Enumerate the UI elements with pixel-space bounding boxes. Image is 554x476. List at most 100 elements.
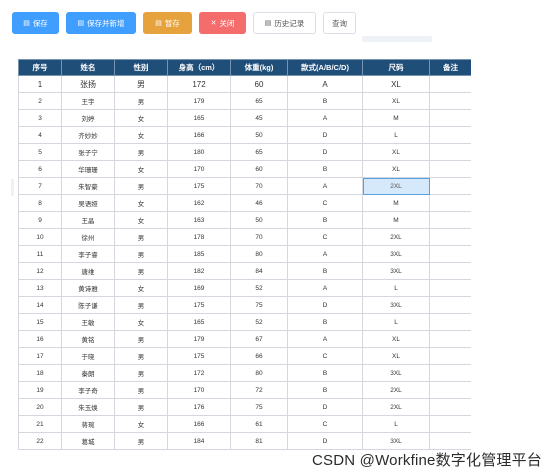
table-cell[interactable]: 2XL <box>362 228 430 246</box>
table-cell[interactable]: 75 <box>230 398 288 416</box>
table-cell[interactable]: 185 <box>167 245 231 263</box>
table-cell[interactable]: 165 <box>167 313 231 331</box>
table-cell[interactable] <box>429 364 471 382</box>
table-cell[interactable]: L <box>362 279 430 297</box>
table-cell[interactable]: 李子奇 <box>61 381 115 399</box>
table-cell[interactable]: 162 <box>167 194 231 212</box>
table-cell[interactable]: 2XL <box>362 177 430 195</box>
table-cell[interactable]: C <box>287 415 363 433</box>
table-cell[interactable]: 华珊珊 <box>61 160 115 178</box>
table-cell[interactable]: C <box>287 228 363 246</box>
table-cell[interactable]: C <box>287 347 363 365</box>
table-cell[interactable]: 男 <box>114 330 168 348</box>
table-cell[interactable] <box>429 245 471 263</box>
column-header[interactable]: 序号 <box>18 59 62 76</box>
table-cell[interactable]: 女 <box>114 415 168 433</box>
table-cell[interactable] <box>429 126 471 144</box>
table-cell[interactable]: 175 <box>167 347 231 365</box>
table-cell[interactable] <box>429 415 471 433</box>
table-cell[interactable]: 12 <box>18 262 62 280</box>
table-cell[interactable]: 178 <box>167 228 231 246</box>
table-cell[interactable]: 65 <box>230 92 288 110</box>
table-cell[interactable]: 男 <box>114 398 168 416</box>
table-cell[interactable]: L <box>362 415 430 433</box>
column-header[interactable]: 身高（cm） <box>167 59 231 76</box>
table-cell[interactable]: 175 <box>167 296 231 314</box>
table-cell[interactable]: 李子睿 <box>61 245 115 263</box>
save-and-new-button[interactable]: ▤ 保存并新增 <box>66 12 136 34</box>
table-cell[interactable]: 3XL <box>362 364 430 382</box>
table-cell[interactable]: 2XL <box>362 398 430 416</box>
table-cell[interactable]: 166 <box>167 126 231 144</box>
table-cell[interactable]: 朱智豪 <box>61 177 115 195</box>
table-cell[interactable]: A <box>287 177 363 195</box>
table-cell[interactable]: 女 <box>114 313 168 331</box>
table-cell[interactable]: 4 <box>18 126 62 144</box>
table-cell[interactable]: 72 <box>230 381 288 399</box>
table-cell[interactable]: 65 <box>230 143 288 161</box>
table-cell[interactable]: 蒋琬 <box>61 415 115 433</box>
table-cell[interactable]: 52 <box>230 279 288 297</box>
draft-button[interactable]: ▤ 暂存 <box>143 12 192 34</box>
table-cell[interactable]: 男 <box>114 143 168 161</box>
table-cell[interactable]: 男 <box>114 245 168 263</box>
column-header[interactable]: 尺码 <box>362 59 430 76</box>
column-header[interactable]: 备注 <box>429 59 471 76</box>
table-cell[interactable]: 172 <box>167 364 231 382</box>
table-cell[interactable] <box>429 211 471 229</box>
table-cell[interactable]: 20 <box>18 398 62 416</box>
table-cell[interactable]: A <box>287 330 363 348</box>
table-cell[interactable]: 16 <box>18 330 62 348</box>
table-cell[interactable]: 陈子谦 <box>61 296 115 314</box>
table-cell[interactable]: 女 <box>114 279 168 297</box>
table-cell[interactable] <box>429 228 471 246</box>
table-cell[interactable]: 15 <box>18 313 62 331</box>
table-cell[interactable]: L <box>362 126 430 144</box>
table-cell[interactable]: 170 <box>167 381 231 399</box>
table-cell[interactable]: 女 <box>114 109 168 127</box>
save-button[interactable]: ▤ 保存 <box>12 12 59 34</box>
table-cell[interactable]: 男 <box>114 228 168 246</box>
table-cell[interactable]: XL <box>362 75 430 93</box>
table-cell[interactable]: 169 <box>167 279 231 297</box>
table-cell[interactable]: 唐维 <box>61 262 115 280</box>
table-cell[interactable]: 45 <box>230 109 288 127</box>
table-cell[interactable]: A <box>287 75 363 93</box>
table-cell[interactable]: 172 <box>167 75 231 93</box>
table-cell[interactable]: C <box>287 194 363 212</box>
table-cell[interactable]: D <box>287 432 363 450</box>
table-cell[interactable]: 184 <box>167 432 231 450</box>
table-cell[interactable] <box>429 109 471 127</box>
table-cell[interactable] <box>429 330 471 348</box>
table-cell[interactable]: 女 <box>114 211 168 229</box>
table-cell[interactable]: 13 <box>18 279 62 297</box>
table-cell[interactable]: 3 <box>18 109 62 127</box>
table-cell[interactable]: 女 <box>114 160 168 178</box>
table-cell[interactable]: 17 <box>18 347 62 365</box>
table-cell[interactable]: XL <box>362 347 430 365</box>
table-cell[interactable] <box>429 194 471 212</box>
history-button[interactable]: ▤ 历史记录 <box>253 12 316 34</box>
table-cell[interactable]: 男 <box>114 364 168 382</box>
table-cell[interactable]: B <box>287 313 363 331</box>
table-cell[interactable]: 女 <box>114 194 168 212</box>
table-cell[interactable]: 秦朗 <box>61 364 115 382</box>
table-cell[interactable]: M <box>362 194 430 212</box>
table-cell[interactable]: 21 <box>18 415 62 433</box>
table-cell[interactable]: 于晓 <box>61 347 115 365</box>
table-cell[interactable]: 70 <box>230 228 288 246</box>
table-cell[interactable] <box>429 92 471 110</box>
table-cell[interactable]: 6 <box>18 160 62 178</box>
table-cell[interactable]: B <box>287 381 363 399</box>
table-cell[interactable]: 2XL <box>362 381 430 399</box>
table-cell[interactable] <box>429 381 471 399</box>
table-cell[interactable]: 男 <box>114 347 168 365</box>
table-cell[interactable]: XL <box>362 92 430 110</box>
table-cell[interactable] <box>429 279 471 297</box>
table-cell[interactable]: A <box>287 245 363 263</box>
table-cell[interactable]: B <box>287 92 363 110</box>
table-cell[interactable]: D <box>287 143 363 161</box>
table-cell[interactable]: 18 <box>18 364 62 382</box>
table-cell[interactable]: 葛城 <box>61 432 115 450</box>
table-cell[interactable]: 吴语娅 <box>61 194 115 212</box>
